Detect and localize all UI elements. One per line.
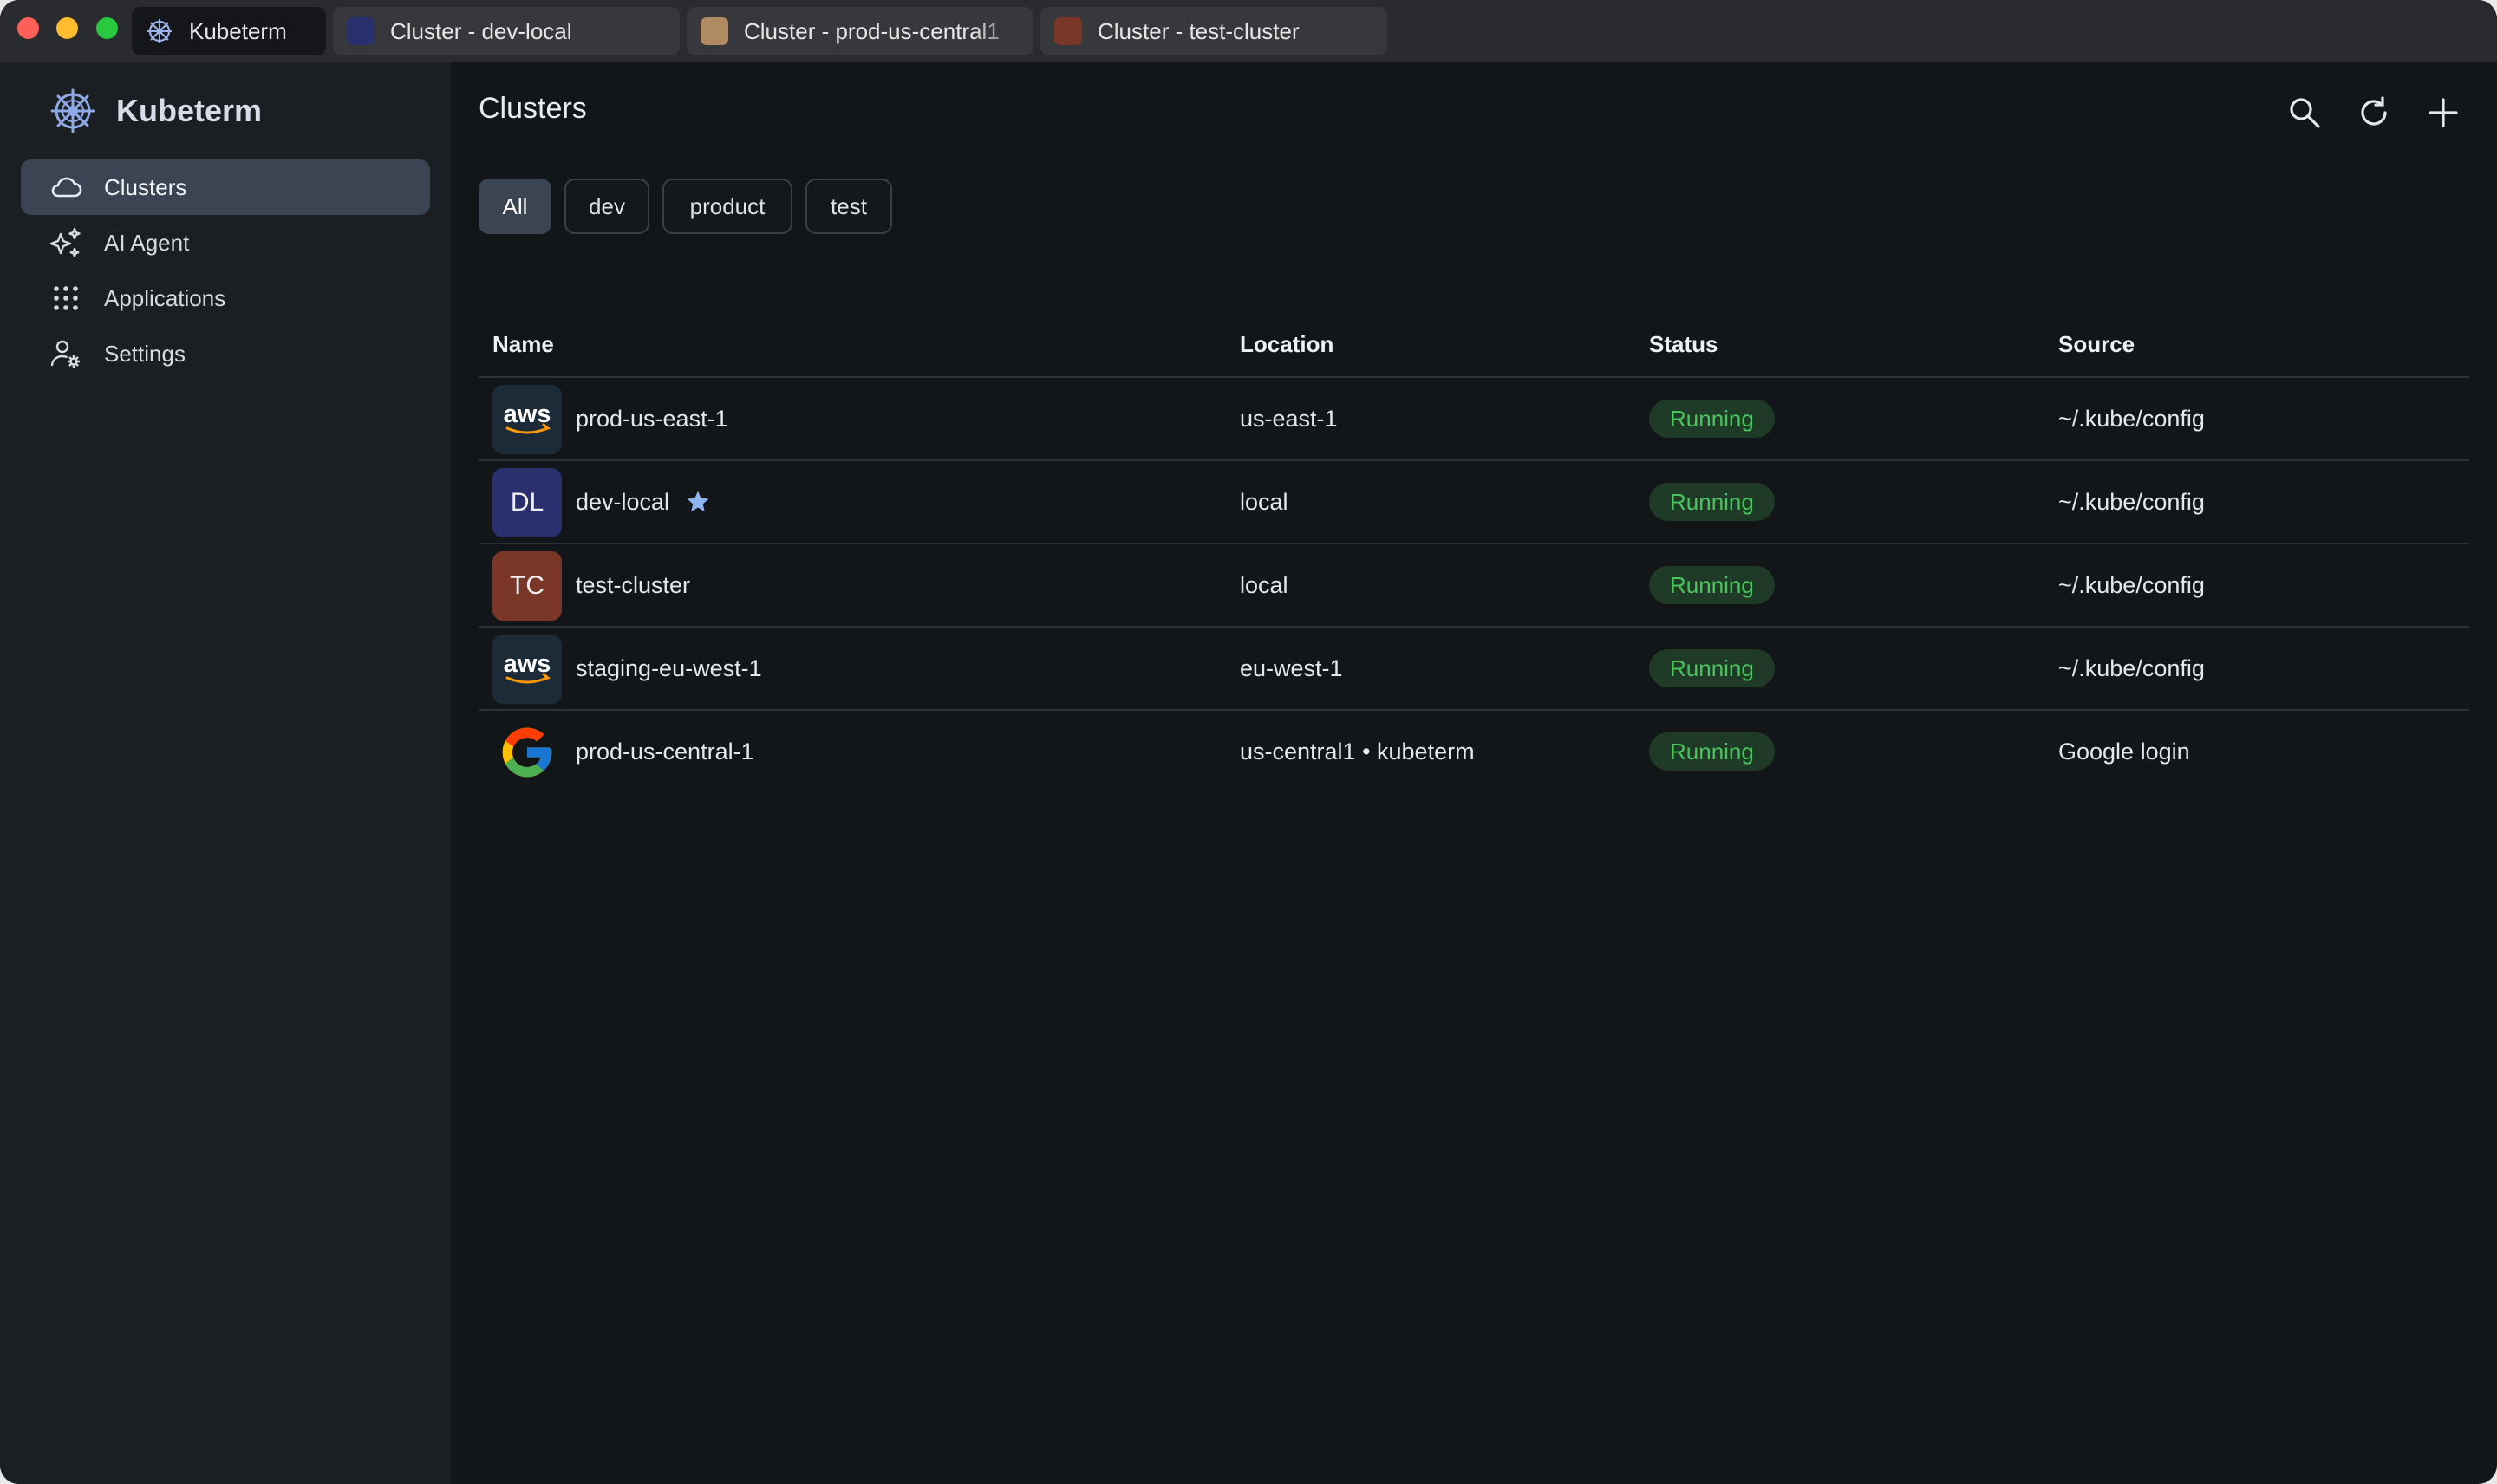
status-badge: Running bbox=[1649, 483, 1775, 521]
sidebar-item-applications[interactable]: Applications bbox=[21, 270, 430, 326]
maximize-window-button[interactable] bbox=[96, 17, 118, 39]
clusters-table: Name Location Status Source aws prod-us-… bbox=[479, 314, 2469, 792]
cluster-name[interactable]: dev-local bbox=[576, 489, 669, 516]
kubernetes-logo-icon bbox=[49, 87, 97, 135]
main-content: Clusters All dev product test Name Locat… bbox=[451, 62, 2497, 1484]
avatar: TC bbox=[492, 551, 562, 621]
cluster-location: us-central1 • kubeterm bbox=[1240, 738, 1475, 765]
table-row[interactable]: TC test-cluster local Running ~/.kube/co… bbox=[479, 544, 2469, 628]
table-header: Name Location Status Source bbox=[479, 314, 2469, 378]
sidebar-item-settings[interactable]: Settings bbox=[21, 326, 430, 381]
filter-chip-all[interactable]: All bbox=[479, 179, 551, 234]
sidebar-item-label: Clusters bbox=[104, 173, 187, 200]
aws-logo-icon: aws bbox=[492, 385, 562, 454]
kubernetes-logo-icon bbox=[146, 17, 173, 45]
aws-logo-icon: aws bbox=[492, 635, 562, 704]
title-bar: Kubeterm Cluster - dev-local Cluster - p… bbox=[0, 0, 2497, 62]
sidebar-item-ai-agent[interactable]: AI Agent bbox=[21, 215, 430, 270]
column-header-status[interactable]: Status bbox=[1649, 331, 1718, 358]
table-row[interactable]: aws staging-eu-west-1 eu-west-1 Running … bbox=[479, 628, 2469, 711]
cluster-location: local bbox=[1240, 571, 1288, 598]
cluster-source: ~/.kube/config bbox=[2058, 405, 2205, 432]
filter-chip-dev[interactable]: dev bbox=[564, 179, 649, 234]
add-cluster-button[interactable] bbox=[2419, 88, 2468, 137]
sidebar-item-label: AI Agent bbox=[104, 229, 190, 256]
tab-label: Cluster - prod-us-central1 bbox=[744, 17, 1000, 44]
refresh-icon bbox=[2356, 94, 2392, 131]
filter-chip-test[interactable]: test bbox=[805, 179, 892, 234]
avatar: DL bbox=[492, 468, 562, 537]
search-button[interactable] bbox=[2280, 88, 2329, 137]
grid-icon bbox=[49, 281, 83, 316]
cluster-color-swatch bbox=[701, 17, 728, 45]
column-header-name[interactable]: Name bbox=[492, 331, 554, 358]
tab-label: Kubeterm bbox=[189, 17, 287, 44]
cluster-color-swatch bbox=[347, 17, 375, 45]
tab-label: Cluster - dev-local bbox=[390, 17, 572, 44]
cluster-name[interactable]: prod-us-central-1 bbox=[576, 711, 754, 792]
sidebar-item-label: Settings bbox=[104, 340, 186, 367]
column-header-location[interactable]: Location bbox=[1240, 331, 1333, 358]
cluster-location: local bbox=[1240, 488, 1288, 515]
sparkles-icon bbox=[49, 225, 83, 260]
sidebar: Kubeterm Clusters AI Agent Applications … bbox=[0, 62, 451, 1484]
cluster-source: ~/.kube/config bbox=[2058, 654, 2205, 681]
cluster-location: us-east-1 bbox=[1240, 405, 1338, 432]
sidebar-item-clusters[interactable]: Clusters bbox=[21, 159, 430, 215]
app-window: Kubeterm Cluster - dev-local Cluster - p… bbox=[0, 0, 2497, 1484]
sidebar-item-label: Applications bbox=[104, 284, 226, 311]
minimize-window-button[interactable] bbox=[56, 17, 78, 39]
cluster-color-swatch bbox=[1054, 17, 1082, 45]
status-badge: Running bbox=[1649, 400, 1775, 438]
cluster-location: eu-west-1 bbox=[1240, 654, 1343, 681]
column-header-source[interactable]: Source bbox=[2058, 331, 2135, 358]
table-row[interactable]: prod-us-central-1 us-central1 • kubeterm… bbox=[479, 711, 2469, 792]
tab-kubeterm[interactable]: Kubeterm bbox=[132, 7, 326, 55]
tab-fade bbox=[973, 7, 1033, 55]
brand-title: Kubeterm bbox=[116, 93, 263, 128]
cluster-source: Google login bbox=[2058, 738, 2190, 765]
tab-cluster-test-cluster[interactable]: Cluster - test-cluster bbox=[1040, 7, 1387, 55]
cluster-source: ~/.kube/config bbox=[2058, 571, 2205, 598]
table-row[interactable]: DL dev-local local Running ~/.kube/confi… bbox=[479, 461, 2469, 544]
status-badge: Running bbox=[1649, 566, 1775, 604]
cluster-name[interactable]: staging-eu-west-1 bbox=[576, 628, 762, 709]
status-badge: Running bbox=[1649, 732, 1775, 771]
status-badge: Running bbox=[1649, 649, 1775, 687]
user-settings-icon bbox=[49, 336, 83, 371]
tab-cluster-prod-us-central1[interactable]: Cluster - prod-us-central1 bbox=[687, 7, 1033, 55]
cluster-name[interactable]: test-cluster bbox=[576, 544, 690, 626]
star-icon[interactable] bbox=[685, 489, 711, 515]
cluster-source: ~/.kube/config bbox=[2058, 488, 2205, 515]
cloud-icon bbox=[49, 170, 83, 205]
google-logo-icon bbox=[492, 718, 562, 787]
search-icon bbox=[2286, 94, 2323, 131]
table-row[interactable]: aws prod-us-east-1 us-east-1 Running ~/.… bbox=[479, 378, 2469, 461]
tab-cluster-dev-local[interactable]: Cluster - dev-local bbox=[333, 7, 680, 55]
refresh-button[interactable] bbox=[2350, 88, 2398, 137]
filter-chip-product[interactable]: product bbox=[662, 179, 792, 234]
plus-icon bbox=[2425, 94, 2461, 131]
brand: Kubeterm bbox=[49, 87, 262, 135]
cluster-name[interactable]: prod-us-east-1 bbox=[576, 378, 728, 459]
page-title: Clusters bbox=[479, 92, 587, 125]
tab-label: Cluster - test-cluster bbox=[1098, 17, 1300, 44]
close-window-button[interactable] bbox=[17, 17, 39, 39]
